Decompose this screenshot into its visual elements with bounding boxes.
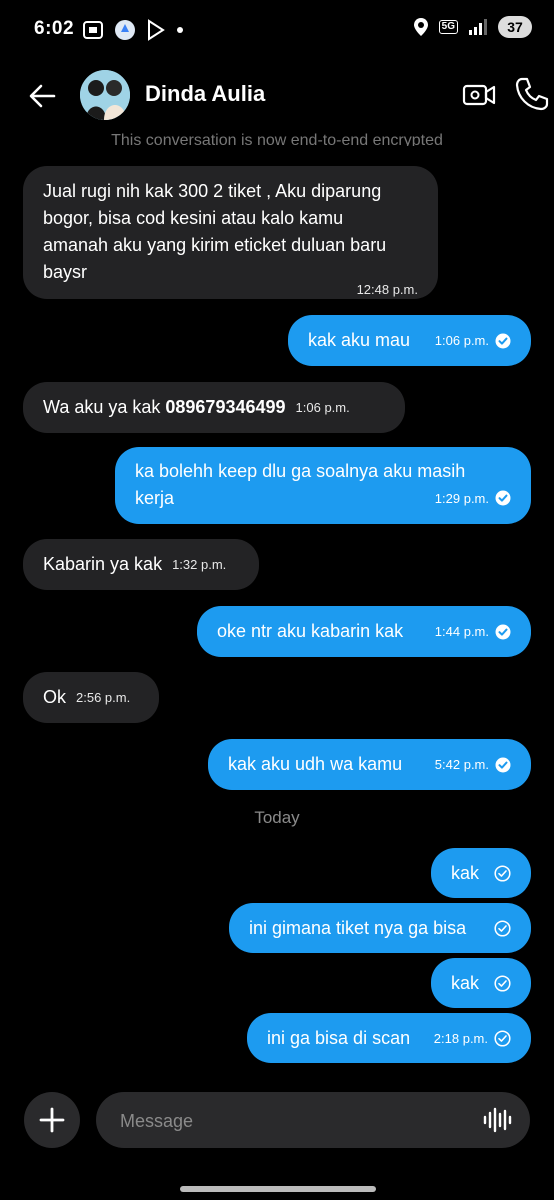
read-check-icon [495,333,511,348]
sent-check-icon [494,864,511,882]
add-attachment-button[interactable] [24,1092,80,1148]
message-time: 5:42 p.m. [434,757,489,772]
message-bubble-outgoing[interactable]: kak aku mau 1:06 p.m. [288,315,531,366]
video-call-button[interactable] [462,78,496,112]
message-time: 1:44 p.m. [434,624,489,639]
read-check-icon [495,757,511,772]
network-5g-icon: 5G [438,20,458,34]
message-bubble-outgoing[interactable]: oke ntr aku kabarin kak 1:44 p.m. [197,606,531,657]
message-composer [0,1090,554,1150]
message-bubble-incoming[interactable]: Wa aku ya kak 089679346499 1:06 p.m. [23,382,405,433]
message-text: ini gimana tiket nya ga bisa [249,917,467,938]
message-time: 1:32 p.m. [172,557,227,572]
video-call-icon [462,84,496,106]
arrow-left-icon [29,84,56,108]
message-text: kak aku udh wa kamu [228,754,403,774]
message-text-line: amanah aku yang kirim eticket duluan bar… [43,235,387,255]
sent-check-icon [494,1029,511,1047]
message-time: 1:06 p.m. [295,400,350,415]
location-icon [413,18,428,36]
date-separator: Today [254,808,300,827]
voice-message-button[interactable] [482,1106,512,1134]
message-bubble-incoming[interactable]: Kabarin ya kak 1:32 p.m. [23,539,259,590]
message-text: Kabarin ya kak [43,554,163,574]
battery-indicator: 37 [498,16,532,38]
signal-icon [469,19,487,35]
phone-number-link[interactable]: 089679346499 [165,394,285,421]
chat-header: Dinda Aulia [0,60,554,132]
message-text: ini ga bisa di scan [267,1027,411,1048]
plus-icon [39,1107,65,1133]
contact-name[interactable]: Dinda Aulia [145,81,265,107]
message-text-line: kerja [135,487,175,508]
message-text: oke ntr aku kabarin kak [217,621,404,641]
message-time: 1:06 p.m. [434,333,489,348]
message-bubble-outgoing[interactable]: kak aku udh wa kamu 5:42 p.m. [208,739,531,790]
message-time: 12:48 p.m. [356,282,418,297]
play-store-icon [148,19,165,41]
message-bubble-outgoing[interactable]: kak [431,958,531,1008]
message-time: 2:56 p.m. [76,690,131,705]
avatar[interactable] [80,70,130,120]
app-notification-icon [115,20,135,40]
message-text: kak [451,862,480,883]
avatar-image [80,70,130,120]
message-bubble-outgoing[interactable]: ka bolehh keep dlu ga soalnya aku masih … [115,447,531,524]
screenshot-icon [83,21,103,39]
read-check-icon [495,624,511,639]
status-time: 6:02 [34,18,75,39]
message-input-container[interactable] [96,1092,530,1150]
message-text: kak aku mau [308,330,411,350]
dot-icon [177,27,183,33]
sent-check-icon [494,919,511,937]
message-text: Wa aku ya kak [43,397,166,417]
message-bubble-outgoing[interactable]: kak [431,848,531,898]
message-bubble-outgoing[interactable]: ini ga bisa di scan 2:18 p.m. [247,1013,531,1063]
status-bar: 6:02 5G 37 [0,0,554,60]
message-time: 1:29 p.m. [434,490,489,506]
message-time: 2:18 p.m. [433,1030,488,1046]
message-text: kak [451,972,480,993]
home-indicator[interactable] [180,1186,376,1192]
read-check-icon [495,490,511,506]
sent-check-icon [494,974,511,992]
call-button[interactable] [514,76,550,112]
message-bubble-incoming[interactable]: Jual rugi nih kak 300 2 tiket , Aku dipa… [23,166,438,299]
back-button[interactable] [22,76,62,116]
message-text-line: ka bolehh keep dlu ga soalnya aku masih [135,461,466,481]
voice-waveform-icon [483,1107,512,1133]
message-bubble-incoming[interactable]: Ok 2:56 p.m. [23,672,159,723]
message-bubble-outgoing[interactable]: ini gimana tiket nya ga bisa [229,903,531,953]
message-text: Ok [43,687,67,707]
status-system-icons: 5G 37 [413,16,532,38]
phone-icon [515,77,549,111]
message-text-line: bogor, bisa cod kesini atau kalo kamu [43,208,344,228]
status-notification-icons [82,18,184,42]
encryption-note: This conversation is now end-to-end encr… [111,132,443,146]
message-text-line: Jual rugi nih kak 300 2 tiket , Aku dipa… [43,181,382,201]
message-input[interactable] [118,1092,462,1150]
